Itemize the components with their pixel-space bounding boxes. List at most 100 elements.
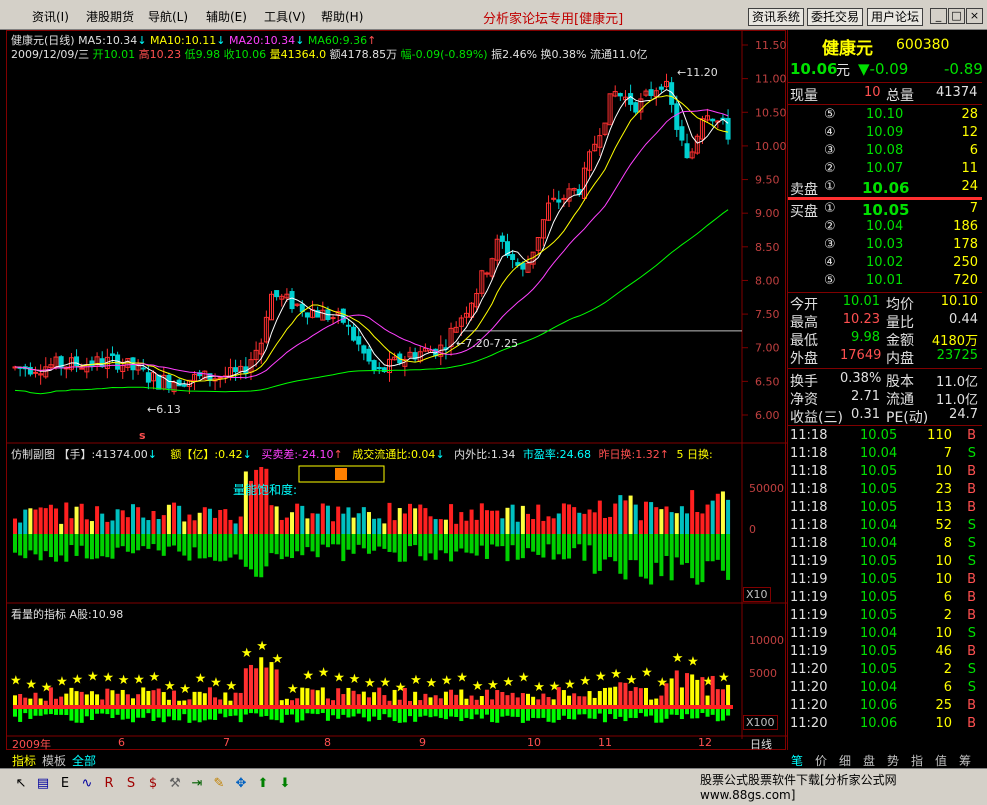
- close-icon[interactable]: ×: [966, 8, 983, 24]
- time-label-9: 9: [419, 736, 426, 749]
- tick-time: 11:20: [790, 716, 828, 731]
- side-tab[interactable]: 价: [815, 752, 827, 769]
- sub1-down-bar: [315, 534, 320, 558]
- arrow-down-icon[interactable]: ⬇: [276, 775, 294, 793]
- trade-button[interactable]: 委托交易: [807, 8, 864, 26]
- sub1-down-bar: [351, 534, 356, 554]
- period-label[interactable]: 日线: [750, 736, 772, 752]
- sub1-down-bar: [710, 534, 715, 562]
- forum-button[interactable]: 用户论坛: [867, 8, 924, 26]
- menu-aux[interactable]: 辅助(E): [206, 8, 247, 25]
- sub2-green-bar: [69, 709, 74, 721]
- star-marker: ★: [672, 651, 684, 666]
- sub2-green-bar: [490, 709, 495, 723]
- menu-nav[interactable]: 导航(L): [148, 8, 188, 25]
- tick-price: 10.05: [860, 590, 898, 605]
- tick-row: 11:18 10.04 52 S: [788, 518, 982, 536]
- sub1-up-bar: [500, 518, 505, 534]
- side-tab[interactable]: 指: [911, 752, 923, 769]
- sub1-up-bar: [638, 520, 643, 534]
- sub2-green-bar: [346, 709, 351, 718]
- price-tick-label: 7.00: [755, 342, 780, 355]
- sub1-up-bar: [531, 519, 536, 534]
- etf-icon[interactable]: E: [56, 775, 74, 793]
- sub1-down-bar: [520, 534, 525, 559]
- candle-body: [289, 291, 295, 310]
- ma20-line: [14, 109, 729, 379]
- move-icon[interactable]: ✥: [232, 775, 250, 793]
- sub1-up-bar: [213, 517, 218, 534]
- mouse-icon[interactable]: ↖: [12, 775, 30, 793]
- sub2-green-bar: [464, 709, 469, 718]
- info-system-button[interactable]: 资讯系统: [748, 8, 805, 26]
- stat-value: 11.0亿: [936, 393, 978, 408]
- side-tab[interactable]: 笔: [791, 752, 803, 769]
- star-marker: ★: [256, 639, 268, 654]
- menu-tools[interactable]: 工具(V): [264, 8, 306, 25]
- arrow-up-icon[interactable]: ⬆: [254, 775, 272, 793]
- side-tab[interactable]: 筹: [959, 752, 971, 769]
- minimize-icon[interactable]: _: [930, 8, 947, 24]
- candle-body: [633, 102, 639, 113]
- dollar-icon[interactable]: $: [144, 775, 162, 793]
- sub2-green-bar: [608, 709, 613, 715]
- sub1-up-bar: [582, 513, 587, 534]
- chart-canvas[interactable]: 11.50 11.00 10.50 10.00 9.50 9.00 8.50 8.00 7.50…: [7, 31, 787, 751]
- ss-icon[interactable]: S: [122, 775, 140, 793]
- tab-all[interactable]: 全部: [72, 752, 96, 769]
- sub1-up-bar: [443, 519, 448, 534]
- sub1-down-bar: [443, 534, 448, 554]
- import-icon[interactable]: ⇥: [188, 775, 206, 793]
- sub1-down-bar: [536, 534, 541, 555]
- star-marker: ★: [641, 665, 653, 680]
- sub2-bar: [95, 694, 100, 705]
- sub1-up-bar: [372, 518, 377, 534]
- side-tab[interactable]: 盘: [863, 752, 875, 769]
- stat-label: 换手: [790, 374, 818, 390]
- chart-icon[interactable]: ▤: [34, 775, 52, 793]
- sub2-green-bar: [567, 709, 572, 719]
- side-tab[interactable]: 细: [839, 752, 851, 769]
- tab-indicator[interactable]: 指标: [12, 752, 36, 769]
- tick-price: 10.05: [860, 572, 898, 587]
- sub2-green-bar: [125, 709, 130, 719]
- tick-volume: 52: [935, 518, 952, 533]
- stat-value: 10.23: [842, 312, 880, 327]
- star-marker: ★: [10, 673, 22, 688]
- open-value: 开10.01: [92, 48, 136, 61]
- menu-hk-futures[interactable]: 港股期货: [86, 8, 134, 25]
- menu-info[interactable]: 资讯(I): [32, 8, 69, 25]
- sub1-down-bar: [54, 534, 59, 562]
- kline-chart-area[interactable]: 11.50 11.00 10.50 10.00 9.50 9.00 8.50 8.00 7.50…: [6, 30, 787, 751]
- tab-template[interactable]: 模板: [42, 752, 66, 769]
- sub1-up-bar: [331, 521, 336, 534]
- sub2-green-bar: [618, 709, 623, 717]
- side-tab[interactable]: 势: [887, 752, 899, 769]
- wave-icon[interactable]: ∿: [78, 775, 96, 793]
- sub1-up-bar: [577, 512, 582, 534]
- wrench-icon[interactable]: ⚒: [166, 775, 184, 793]
- rsi-icon[interactable]: R: [100, 775, 118, 793]
- menu-help[interactable]: 帮助(H): [321, 8, 363, 25]
- sub2-bar: [387, 700, 392, 705]
- sub2-green-bar: [28, 709, 33, 719]
- sub1-down-bar: [685, 534, 690, 564]
- sub1-down-bar: [392, 534, 397, 553]
- pencil-icon[interactable]: ✎: [210, 775, 228, 793]
- sub2-green-bar: [649, 709, 654, 716]
- sub2-bar: [577, 696, 582, 705]
- sub1-up-bar: [587, 509, 592, 534]
- tick-volume: 25: [935, 698, 952, 713]
- sub2-bar: [218, 699, 223, 705]
- side-tab[interactable]: 值: [935, 752, 947, 769]
- maximize-icon[interactable]: □: [948, 8, 965, 24]
- tick-row: 11:19 10.05 10 B: [788, 572, 982, 590]
- sub1-down-bar: [526, 534, 530, 549]
- sub1-up-bar: [449, 504, 454, 534]
- star-marker: ★: [349, 672, 361, 687]
- sub1-up-bar: [484, 510, 489, 534]
- star-marker: ★: [287, 682, 299, 697]
- sub2-green-bar: [341, 709, 346, 715]
- sub2-bar: [526, 693, 530, 705]
- sub1-up-bar: [710, 500, 715, 534]
